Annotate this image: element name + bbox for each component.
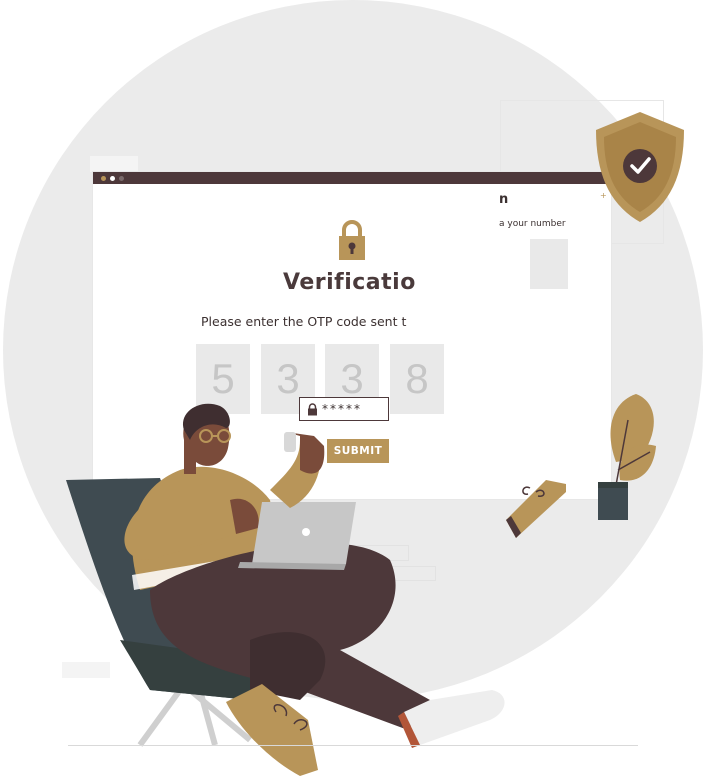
ghost-block: [62, 662, 110, 678]
side-panel-heading: n: [499, 192, 509, 207]
window-dot: [110, 176, 115, 181]
lock-small-icon: [308, 403, 317, 416]
password-bubble: *****: [299, 397, 389, 421]
floor-line: [68, 745, 638, 746]
side-panel-text: a your number: [499, 219, 566, 229]
page-title: Verificatio: [283, 270, 416, 295]
otp-instruction: Please enter the OTP code sent t: [201, 314, 407, 329]
ghost-line-block: [348, 566, 436, 581]
otp-digit-box[interactable]: 8: [390, 344, 444, 414]
window-dot: [119, 176, 124, 181]
ghost-block: [90, 156, 138, 172]
password-mask: *****: [322, 402, 362, 416]
otp-digit-box[interactable]: 5: [196, 344, 250, 414]
browser-title-bar: [93, 172, 611, 184]
padlock-icon: [339, 220, 365, 260]
side-panel-box: [530, 239, 568, 289]
window-dot: [101, 176, 106, 181]
submit-button[interactable]: SUBMIT: [327, 439, 389, 463]
ghost-line-block: [322, 545, 409, 561]
